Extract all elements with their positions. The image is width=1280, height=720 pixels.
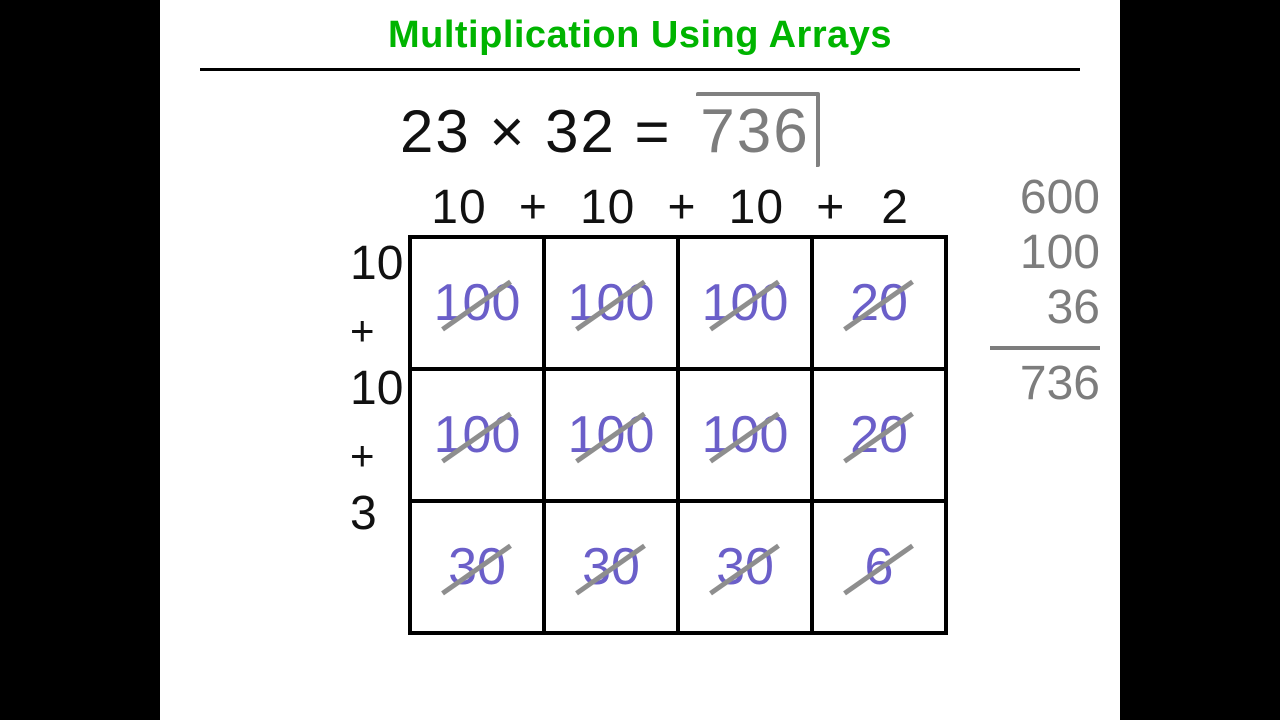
grid-cell: 100 xyxy=(678,237,812,369)
column-headers: 10 + 10 + 10 + 2 xyxy=(414,180,930,235)
grid-cell: 20 xyxy=(812,369,946,501)
plus-icon: + xyxy=(350,435,403,490)
sum-addend: 600 xyxy=(950,170,1100,225)
grid-cell: 20 xyxy=(812,237,946,369)
sum-total: 736 xyxy=(950,356,1100,411)
equation-equals: = xyxy=(635,98,672,165)
whiteboard: Multiplication Using Arrays 23 × 32 = 73… xyxy=(160,0,1120,720)
grid-cell: 6 xyxy=(812,501,946,633)
table-row: 30 30 30 6 xyxy=(410,501,946,633)
col-header: 10 xyxy=(414,180,504,235)
grid-cell: 30 xyxy=(544,501,678,633)
grid-cell: 100 xyxy=(544,237,678,369)
sum-column: 600 100 36 736 xyxy=(950,170,1100,411)
grid-cell: 30 xyxy=(678,501,812,633)
equation-result: 736 xyxy=(696,92,819,167)
grid-cell: 100 xyxy=(544,369,678,501)
col-header: 2 xyxy=(860,180,930,235)
sum-rule xyxy=(990,346,1100,350)
row-header: 10 xyxy=(350,365,403,435)
grid-cell: 100 xyxy=(410,237,544,369)
page-title: Multiplication Using Arrays xyxy=(160,14,1120,57)
table-row: 100 100 100 20 xyxy=(410,237,946,369)
grid-cell: 100 xyxy=(678,369,812,501)
array-grid: 100 100 100 20 100 100 100 20 30 30 30 6 xyxy=(408,235,948,635)
col-header: 10 xyxy=(563,180,653,235)
row-header: 10 xyxy=(350,240,403,310)
sum-addend: 36 xyxy=(950,280,1100,335)
equation-lhs: 23 × 32 xyxy=(400,98,616,165)
plus-icon: + xyxy=(350,310,403,365)
equation: 23 × 32 = 736 xyxy=(400,92,820,167)
grid-cell: 100 xyxy=(410,369,544,501)
table-row: 100 100 100 20 xyxy=(410,369,946,501)
plus-icon: + xyxy=(816,180,846,235)
grid-cell: 30 xyxy=(410,501,544,633)
row-header: 3 xyxy=(350,490,403,560)
row-headers: 10 + 10 + 3 xyxy=(350,240,403,560)
plus-icon: + xyxy=(667,180,697,235)
col-header: 10 xyxy=(711,180,801,235)
plus-icon: + xyxy=(518,180,548,235)
sum-addend: 100 xyxy=(950,225,1100,280)
title-underline xyxy=(200,68,1080,71)
